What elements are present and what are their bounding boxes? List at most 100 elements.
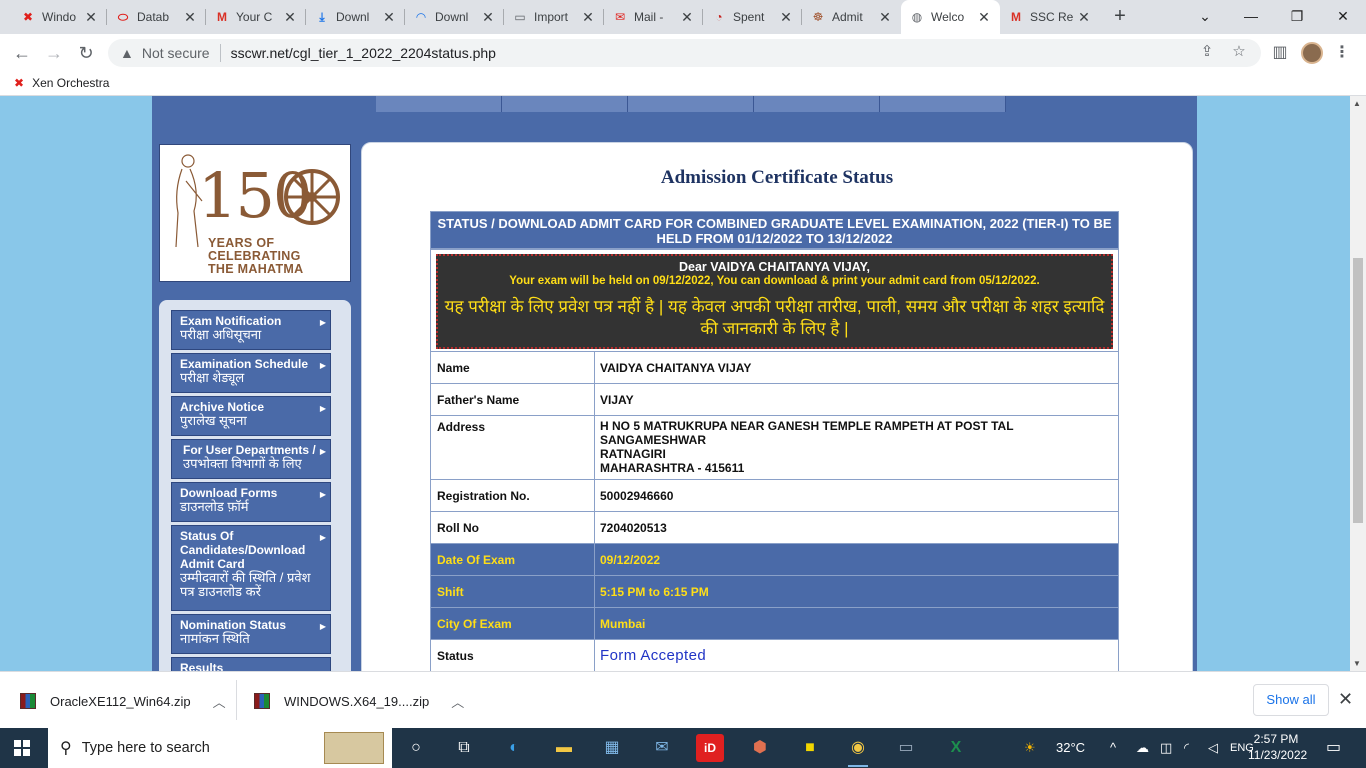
browser-tab[interactable]: ▭ Import ✕ [504, 0, 604, 34]
browser-tab[interactable]: ✖ Windo ✕ [12, 0, 107, 34]
3d-viewer-icon[interactable]: ⬢ [746, 734, 774, 762]
excel-icon[interactable]: X [942, 734, 970, 762]
close-tab-icon[interactable]: ✕ [580, 9, 596, 26]
notice-box: Dear VAIDYA CHAITANYA VIJAY, Your exam w… [436, 254, 1113, 349]
browser-tab[interactable]: ✉ Mail - ✕ [604, 0, 703, 34]
close-tab-icon[interactable]: ✕ [480, 9, 496, 26]
bookmark-star-icon[interactable]: ☆ [1228, 42, 1250, 60]
browser-tab[interactable]: M Your C ✕ [206, 0, 306, 34]
close-tab-icon[interactable]: ✕ [381, 9, 397, 26]
scrollbar-thumb[interactable] [1353, 258, 1363, 523]
menu-kebab-icon[interactable]: ⋮ [1328, 39, 1356, 67]
side-panel-icon[interactable]: ▥ [1266, 39, 1294, 67]
browser-tab[interactable]: ◔ Spent ✕ [703, 0, 802, 34]
mail-icon[interactable]: ✉ [648, 734, 676, 762]
notifications-icon[interactable]: ▭ [1326, 728, 1341, 768]
browser-tab-active[interactable]: ◍ Welco ✕ [901, 0, 1000, 34]
close-tab-icon[interactable]: ✕ [1076, 9, 1092, 26]
sidebar-item-download-forms[interactable]: Download Forms डाउनलोड फ़ॉर्म ▶ [171, 482, 331, 522]
sidebar-item-nomination-status[interactable]: Nomination Status नामांकन स्थिति ▶ [171, 614, 331, 654]
volume-icon[interactable]: ◁ [1208, 728, 1218, 768]
temperature-label[interactable]: 32°C [1056, 728, 1085, 768]
chrome-icon[interactable]: ◉ [844, 734, 872, 767]
network-icon[interactable]: ◫ [1160, 728, 1172, 768]
close-window-button[interactable]: ✕ [1320, 0, 1366, 34]
file-explorer-icon[interactable]: ▬ [550, 734, 578, 762]
tab-search-chevron-icon[interactable]: ⌄ [1182, 0, 1228, 34]
sidebar-item-user-departments[interactable]: For User Departments / उपभोक्ता विभागों क… [171, 439, 331, 479]
url-text[interactable]: sscwr.net/cgl_tier_1_2022_2204status.php [231, 45, 496, 61]
new-tab-button[interactable]: + [1108, 5, 1132, 29]
scroll-down-icon[interactable]: ▼ [1353, 659, 1361, 668]
page-icon: ▭ [514, 10, 526, 24]
task-view-icon[interactable]: ⧉ [450, 734, 478, 762]
taskbar-clock[interactable]: 2:57 PM 11/23/2022 [1248, 731, 1307, 763]
weather-icon[interactable]: ☀ [1024, 728, 1036, 768]
logo-caption: YEARS OF CELEBRATING THE MAHATMA [208, 236, 304, 276]
windows-start-icon[interactable] [14, 740, 30, 756]
forward-button[interactable]: → [40, 39, 68, 67]
download-item[interactable]: WINDOWS.X64_19....zip ︿ [254, 686, 464, 716]
browser-tab[interactable]: M SSC Re ✕ [1000, 0, 1100, 34]
close-tab-icon[interactable]: ✕ [778, 9, 794, 26]
arrow-right-icon: ▶ [319, 533, 326, 542]
idm-icon[interactable]: iD [696, 734, 724, 762]
loading-icon: ◠ [416, 10, 426, 24]
sql-developer-icon[interactable]: ▭ [892, 734, 920, 762]
address-bar[interactable]: ▲ Not secure sscwr.net/cgl_tier_1_2022_2… [108, 39, 1261, 67]
sidebar-item-results[interactable]: Results [171, 657, 331, 671]
table-row: Registration No. 50002946660 [430, 480, 1119, 512]
close-tab-icon[interactable]: ✕ [282, 9, 298, 26]
minimize-button[interactable]: — [1228, 0, 1274, 34]
close-tab-icon[interactable]: ✕ [679, 9, 695, 26]
site-container: 150 YEARS OF CELEBRATING THE MAHATMA Exa… [152, 96, 1197, 671]
search-highlight-image[interactable] [324, 732, 384, 764]
download-item[interactable]: OracleXE112_Win64.zip ︿ [20, 686, 226, 716]
cortana-icon[interactable]: ○ [402, 734, 430, 762]
sidebar-item-archive-notice[interactable]: Archive Notice पुरालेख सूचना ▶ [171, 396, 331, 436]
table-row: Father's Name VIJAY [430, 384, 1119, 416]
sidebar-item-exam-notification[interactable]: Exam Notification परीक्षा अधिसूचना ▶ [171, 310, 331, 350]
scroll-up-icon[interactable]: ▲ [1353, 99, 1361, 108]
close-tab-icon[interactable]: ✕ [83, 9, 99, 26]
browser-tab[interactable]: ☸ Admit ✕ [802, 0, 901, 34]
windows-taskbar: ⚲ Type here to search ○ ⧉ ◐ ▬ ▦ ✉ iD ⬢ ■… [0, 728, 1366, 768]
bookmark-label: Xen Orchestra [32, 76, 110, 90]
sidebar-item-exam-schedule[interactable]: Examination Schedule परीक्षा शेड्यूल ▶ [171, 353, 331, 393]
browser-tab[interactable]: ◠ Downl ✕ [405, 0, 504, 34]
tab-title: Welco [931, 10, 965, 24]
browser-tab[interactable]: ⤓ Downl ✕ [306, 0, 405, 34]
exam-city: Mumbai [600, 616, 646, 631]
xen-icon: ✖ [22, 10, 34, 24]
share-icon[interactable]: ⇪ [1196, 42, 1218, 60]
top-menu-strip[interactable] [376, 96, 1006, 112]
sidebar-item-status-admit-card[interactable]: Status Of Candidates/Download Admit Card… [171, 525, 331, 611]
sticky-notes-icon[interactable]: ■ [796, 734, 824, 762]
candidate-name: VAIDYA CHAITANYA VIJAY [600, 360, 752, 375]
back-button[interactable]: ← [8, 39, 36, 67]
reload-button[interactable]: ↻ [72, 39, 100, 67]
tab-title: Downl [435, 10, 469, 24]
close-shelf-icon[interactable]: ✕ [1338, 689, 1353, 710]
taskbar-search-box[interactable]: ⚲ Type here to search [48, 728, 392, 768]
tray-overflow-icon[interactable]: ^ [1110, 728, 1116, 768]
wifi-icon[interactable]: ◜ [1184, 728, 1189, 768]
onedrive-icon[interactable]: ☁ [1136, 728, 1149, 768]
profile-avatar[interactable] [1301, 42, 1323, 64]
close-tab-icon[interactable]: ✕ [182, 9, 198, 26]
browser-tab[interactable]: ⬭ Datab ✕ [107, 0, 206, 34]
close-tab-icon[interactable]: ✕ [877, 9, 893, 26]
exam-header-bar: STATUS / DOWNLOAD ADMIT CARD FOR COMBINE… [430, 211, 1119, 249]
bookmark-xen-orchestra[interactable]: ✖ Xen Orchestra [14, 76, 109, 90]
edge-icon[interactable]: ◐ [500, 734, 528, 762]
table-row: Status Form Accepted [430, 640, 1119, 671]
restore-button[interactable]: ❐ [1274, 0, 1320, 34]
show-all-button[interactable]: Show all [1253, 684, 1329, 716]
close-tab-icon[interactable]: ✕ [976, 9, 992, 26]
page-scrollbar[interactable]: ▲ ▼ [1350, 96, 1366, 671]
security-label[interactable]: Not secure [142, 45, 210, 61]
chevron-up-icon[interactable]: ︿ [213, 692, 226, 711]
chevron-up-icon[interactable]: ︿ [451, 692, 464, 711]
tab-title: Windo [42, 10, 77, 24]
store-icon[interactable]: ▦ [598, 734, 626, 762]
